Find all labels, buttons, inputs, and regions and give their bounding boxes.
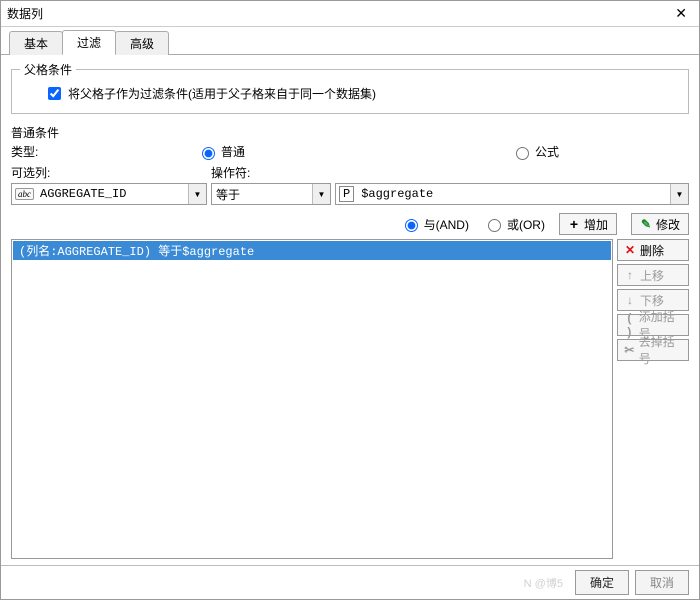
add-button-label: 增加: [584, 216, 608, 233]
dialog-window: 数据列 ✕ 基本 过滤 高级 父格条件 将父格子作为过滤条件(适用于父子格来自于…: [0, 0, 700, 600]
logic-or-label: 或(OR): [507, 216, 545, 233]
move-down-button-label: 下移: [640, 292, 664, 309]
selectable-column-label: 可选列:: [11, 164, 211, 181]
tab-advanced[interactable]: 高级: [115, 31, 169, 55]
parent-condition-group: 父格条件 将父格子作为过滤条件(适用于父子格来自于同一个数据集): [11, 61, 689, 114]
normal-condition-label: 普通条件: [11, 124, 689, 141]
chevron-down-icon: ▼: [188, 184, 206, 204]
delete-icon: ✕: [624, 243, 636, 257]
logic-and-label: 与(AND): [424, 216, 469, 233]
move-up-button[interactable]: ↑ 上移: [617, 264, 689, 286]
edit-button[interactable]: ✎ 修改: [631, 213, 689, 235]
move-up-button-label: 上移: [640, 267, 664, 284]
edit-icon: ✎: [640, 217, 652, 231]
tab-basic[interactable]: 基本: [9, 31, 63, 55]
close-icon[interactable]: ✕: [669, 5, 693, 22]
remove-paren-button[interactable]: ✂ 去掉括号: [617, 339, 689, 361]
operator-combobox[interactable]: 等于 ▼: [211, 183, 331, 205]
delete-button-label: 删除: [640, 242, 664, 259]
list-item[interactable]: (列名:AGGREGATE_ID) 等于$aggregate: [13, 241, 611, 260]
type-normal-radio-label: 普通: [221, 143, 245, 160]
add-button[interactable]: + 增加: [559, 213, 617, 235]
parameter-icon: P: [339, 186, 354, 202]
type-normal-radio[interactable]: [202, 147, 215, 160]
watermark-text: N @博5: [524, 575, 563, 591]
parent-filter-checkbox[interactable]: [48, 87, 61, 100]
tab-filter[interactable]: 过滤: [62, 30, 116, 55]
remove-paren-button-label: 去掉括号: [639, 333, 682, 367]
parent-condition-legend: 父格条件: [20, 61, 76, 78]
edit-button-label: 修改: [656, 216, 680, 233]
list-action-buttons: ✕ 删除 ↑ 上移 ↓ 下移 ( ) 添加括号 ✂ 去掉括号: [617, 239, 689, 559]
column-combobox-value: AGGREGATE_ID: [36, 187, 188, 201]
delete-button[interactable]: ✕ 删除: [617, 239, 689, 261]
paren-icon: ( ): [624, 311, 635, 339]
parent-filter-checkbox-label: 将父格子作为过滤条件(适用于父子格来自于同一个数据集): [68, 85, 376, 102]
type-formula-radio-label: 公式: [535, 143, 559, 160]
value-combobox[interactable]: P $aggregate ▼: [335, 183, 689, 205]
type-label: 类型:: [11, 143, 191, 160]
remove-paren-icon: ✂: [624, 343, 635, 357]
tab-content: 父格条件 将父格子作为过滤条件(适用于父子格来自于同一个数据集) 普通条件 类型…: [1, 55, 699, 565]
plus-icon: +: [568, 218, 580, 230]
ok-button[interactable]: 确定: [575, 570, 629, 595]
column-combobox[interactable]: abc AGGREGATE_ID ▼: [11, 183, 207, 205]
cancel-button[interactable]: 取消: [635, 570, 689, 595]
value-field: $aggregate: [357, 187, 670, 201]
text-type-icon: abc: [15, 188, 34, 200]
tab-strip: 基本 过滤 高级: [1, 27, 699, 55]
operator-label: 操作符:: [211, 164, 689, 181]
arrow-down-icon: ↓: [624, 293, 636, 307]
dialog-footer: N @博5 确定 取消: [1, 565, 699, 599]
window-title: 数据列: [7, 5, 669, 22]
chevron-down-icon: ▼: [670, 184, 688, 204]
type-formula-radio[interactable]: [516, 147, 529, 160]
conditions-listbox[interactable]: (列名:AGGREGATE_ID) 等于$aggregate: [11, 239, 613, 559]
operator-combobox-value: 等于: [212, 186, 312, 203]
titlebar: 数据列 ✕: [1, 1, 699, 27]
logic-and-radio[interactable]: [405, 219, 418, 232]
logic-or-radio[interactable]: [488, 219, 501, 232]
arrow-up-icon: ↑: [624, 268, 636, 282]
chevron-down-icon: ▼: [312, 184, 330, 204]
